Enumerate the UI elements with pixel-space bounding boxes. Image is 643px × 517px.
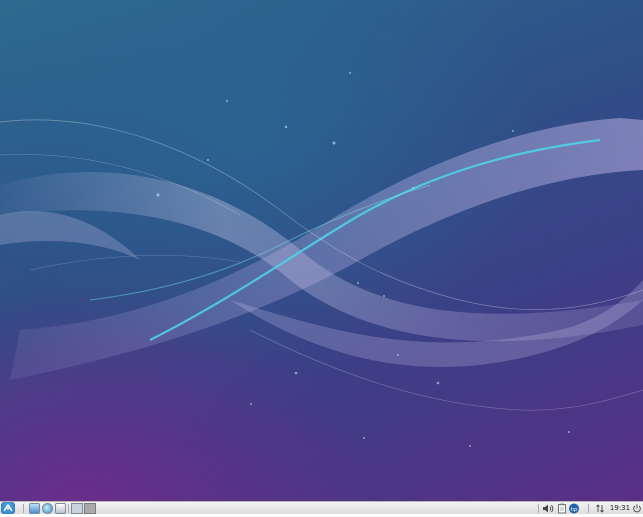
file-manager-launcher[interactable] xyxy=(29,503,40,514)
taskbar-separator xyxy=(68,504,69,513)
desktop[interactable] xyxy=(0,0,643,501)
wallpaper-image xyxy=(0,72,643,447)
lubuntu-start-icon xyxy=(3,503,13,512)
taskbar-separator xyxy=(588,504,589,513)
svg-text:hp: hp xyxy=(571,507,578,513)
taskbar-separator xyxy=(538,504,539,513)
taskbar: hp 19:31 xyxy=(0,501,643,514)
workspace-1-button[interactable] xyxy=(71,503,83,514)
hp-icon[interactable]: hp xyxy=(568,503,580,514)
network-icon[interactable] xyxy=(595,503,605,514)
clock[interactable]: 19:31 xyxy=(609,503,631,514)
start-menu-button[interactable] xyxy=(1,502,15,514)
terminal-launcher[interactable] xyxy=(55,503,66,514)
power-icon[interactable] xyxy=(632,503,642,514)
speaker-icon[interactable] xyxy=(542,503,554,514)
web-browser-launcher[interactable] xyxy=(42,503,53,514)
taskbar-separator xyxy=(23,504,24,513)
clipboard-icon[interactable] xyxy=(557,503,567,514)
workspace-2-button[interactable] xyxy=(84,503,96,514)
